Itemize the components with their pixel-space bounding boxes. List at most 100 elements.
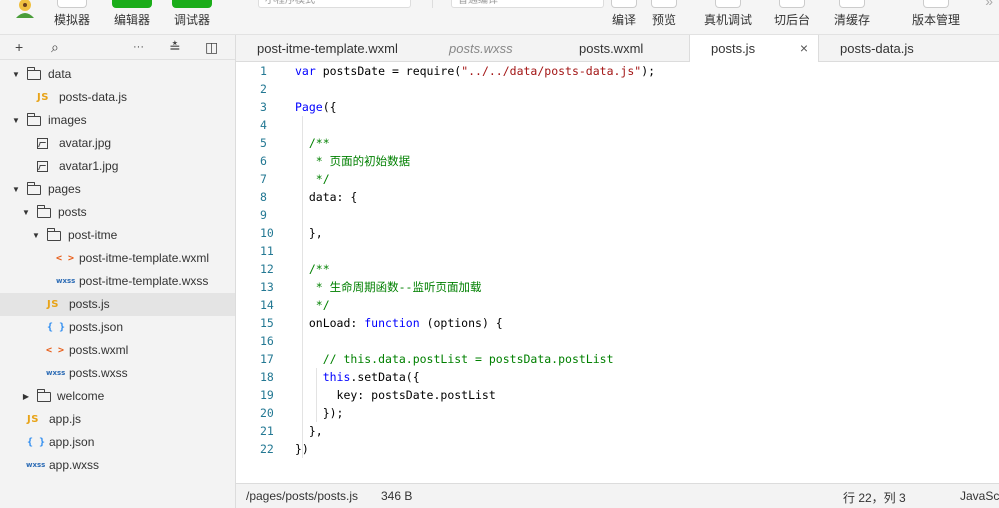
code-line[interactable]: // this.data.postList = postsData.postLi… xyxy=(295,350,999,368)
caret-down-icon[interactable]: ▼ xyxy=(11,109,21,132)
language-mode[interactable]: JavaScript xyxy=(960,489,999,503)
caret-down-icon[interactable]: ▼ xyxy=(11,63,21,86)
line-number: 12 xyxy=(260,262,274,276)
tree-folder-images[interactable]: ▼ images xyxy=(0,109,235,132)
tab-posts-data-js[interactable]: posts-data.js xyxy=(819,35,959,62)
code-line[interactable]: }); xyxy=(295,404,999,422)
code-token: }, xyxy=(295,226,323,240)
code-line[interactable] xyxy=(295,206,999,224)
code-token: * 生命周期函数--监听页面加载 xyxy=(315,280,482,294)
explorer-toolbar: + ⌕ ··· ≛ ◫ xyxy=(0,35,235,60)
add-file-icon[interactable]: + xyxy=(15,39,23,55)
real-device-debug-button[interactable]: 真机调试 xyxy=(702,0,754,35)
caret-down-icon[interactable]: ▼ xyxy=(31,224,41,247)
version-control-button[interactable]: 版本管理 xyxy=(910,0,962,35)
code-line[interactable]: * 页面的初始数据 xyxy=(295,152,999,170)
tree-file-posts-data-js[interactable]: JS posts-data.js xyxy=(0,86,235,109)
tree-folder-welcome[interactable]: ▶ welcome xyxy=(0,385,235,408)
tab-posts-wxml[interactable]: posts.wxml xyxy=(558,35,690,62)
tree-item-label: app.wxss xyxy=(49,458,100,472)
tree-folder-post-itme[interactable]: ▼ post-itme xyxy=(0,224,235,247)
debugger-icon xyxy=(172,0,212,8)
folder-icon xyxy=(46,227,61,241)
tab-post-itme-template-wxml[interactable]: post-itme-template.wxml xyxy=(236,35,428,62)
tree-folder-pages[interactable]: ▼ pages xyxy=(0,178,235,201)
simulator-button[interactable]: 模拟器 xyxy=(52,0,92,35)
code-line[interactable]: /** xyxy=(295,260,999,278)
code-token: * 页面的初始数据 xyxy=(315,154,411,168)
code-line[interactable] xyxy=(295,242,999,260)
compile-select[interactable]: 普通编译 xyxy=(451,0,604,8)
tree-folder-posts[interactable]: ▼ posts xyxy=(0,201,235,224)
simulator-label: 模拟器 xyxy=(53,13,90,27)
editor-button[interactable]: 编辑器 xyxy=(111,0,153,35)
code-token: /** xyxy=(308,136,330,150)
code-line[interactable]: }, xyxy=(295,422,999,440)
code-token: function xyxy=(364,316,420,330)
tree-file-avatar-jpg[interactable]: avatar.jpg xyxy=(0,132,235,155)
tab-posts-wxss[interactable]: posts.wxss xyxy=(428,35,558,62)
code-line[interactable] xyxy=(295,116,999,134)
sort-icon[interactable]: ≛ xyxy=(169,39,181,55)
wxss-file-icon: wxss xyxy=(26,461,46,469)
tree-file-app-json[interactable]: { } app.json xyxy=(0,431,235,454)
code-line[interactable] xyxy=(295,332,999,350)
more-options-icon[interactable]: ··· xyxy=(133,39,144,55)
clear-cache-button[interactable]: 清缓存 xyxy=(832,0,872,35)
line-number: 5 xyxy=(260,136,267,150)
tree-file-app-js[interactable]: JS app.js xyxy=(0,408,235,431)
close-tab-icon[interactable]: × xyxy=(800,35,808,62)
caret-down-icon[interactable]: ▼ xyxy=(21,201,31,224)
file-tree: ▼ data JS posts-data.js ▼ images avatar.… xyxy=(0,60,235,477)
background-button[interactable]: 切后台 xyxy=(772,0,812,35)
tree-item-label: posts.wxss xyxy=(69,366,128,380)
tab-label: posts.wxss xyxy=(449,41,513,56)
code-line[interactable]: Page({ xyxy=(295,98,999,116)
wxml-file-icon: < > xyxy=(56,253,75,264)
code-line[interactable]: var postsDate = require("../../data/post… xyxy=(295,62,999,80)
code-token: }); xyxy=(295,406,344,420)
tree-file-posts-json[interactable]: { } posts.json xyxy=(0,316,235,339)
code-line[interactable]: * 生命周期函数--监听页面加载 xyxy=(295,278,999,296)
search-icon[interactable]: ⌕ xyxy=(51,39,59,55)
line-number: 13 xyxy=(260,280,274,294)
tree-file-post-itme-template-wxml[interactable]: < > post-itme-template.wxml xyxy=(0,247,235,270)
more-chevron-icon[interactable]: » xyxy=(985,0,993,9)
code-line[interactable]: onLoad: function (options) { xyxy=(295,314,999,332)
tree-file-posts-wxss[interactable]: wxss posts.wxss xyxy=(0,362,235,385)
tree-file-avatar1-jpg[interactable]: avatar1.jpg xyxy=(0,155,235,178)
code-editor[interactable]: 1 2 3 4 5 6 7 8 9 10 11 12 13 14 15 16 17 18 19 20 21 22 var … xyxy=(236,62,999,483)
line-number: 8 xyxy=(260,190,267,204)
code-line[interactable]: key: postsDate.postList xyxy=(295,386,999,404)
debugger-button[interactable]: 调试器 xyxy=(171,0,213,35)
collapse-panel-icon[interactable]: ◫ xyxy=(205,39,218,55)
tree-file-post-itme-template-wxss[interactable]: wxss post-itme-template.wxss xyxy=(0,270,235,293)
code-token: ({ xyxy=(322,100,337,114)
code-line[interactable]: */ xyxy=(295,170,999,188)
cursor-position[interactable]: 行 22，列 3 xyxy=(843,489,906,506)
code-line[interactable]: }) xyxy=(295,440,999,458)
tree-file-app-wxss[interactable]: wxss app.wxss xyxy=(0,454,235,477)
code-line[interactable]: */ xyxy=(295,296,999,314)
code-line[interactable] xyxy=(295,80,999,98)
compile-button[interactable]: 编译 xyxy=(609,0,639,35)
code-line[interactable]: this.setData({ xyxy=(295,368,999,386)
image-file-icon xyxy=(37,138,48,149)
tab-posts-js[interactable]: posts.js × xyxy=(689,35,819,63)
tree-file-posts-js[interactable]: JS posts.js xyxy=(0,293,235,316)
caret-down-icon[interactable]: ▼ xyxy=(11,178,21,201)
code-line[interactable]: /** xyxy=(295,134,999,152)
code-token: Page xyxy=(295,100,323,114)
preview-button[interactable]: 预览 xyxy=(648,0,680,35)
code-token: /** xyxy=(308,262,330,276)
code-line[interactable]: }, xyxy=(295,224,999,242)
js-file-icon: JS xyxy=(47,299,59,310)
code-area[interactable]: var postsDate = require("../../data/post… xyxy=(295,62,999,458)
caret-right-icon[interactable]: ▶ xyxy=(21,385,31,408)
tree-folder-data[interactable]: ▼ data xyxy=(0,63,235,86)
code-line[interactable]: data: { xyxy=(295,188,999,206)
tab-label: posts.js xyxy=(711,41,756,56)
tree-file-posts-wxml[interactable]: < > posts.wxml xyxy=(0,339,235,362)
mode-select[interactable]: 小程序模式 xyxy=(258,0,411,8)
